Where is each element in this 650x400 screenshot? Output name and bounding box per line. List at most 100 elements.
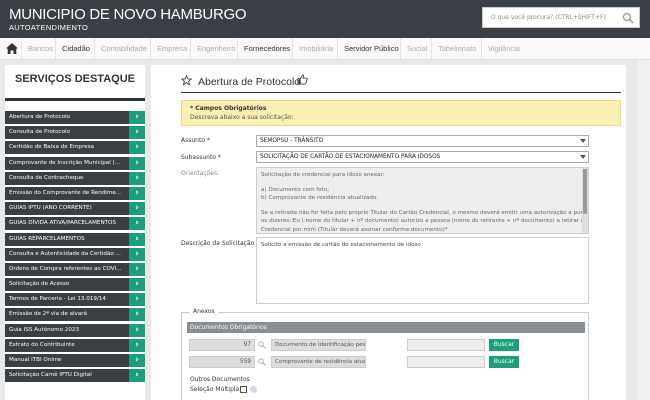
sidebar-item-label: Termos de Parceria - Lei 13.019/14: [9, 296, 106, 303]
sidebar-item-label: Ordens de Compra referentes ao COVI...: [9, 265, 122, 272]
docs-header: Documentos Obrigatórios: [187, 322, 585, 333]
nav-empresa[interactable]: Empresa: [150, 38, 193, 60]
main-panel: Abertura de Protocolo * Campos Obrigatór…: [151, 65, 626, 400]
nav-fornecedores[interactable]: Fornecedores: [237, 38, 296, 60]
chevron-right-icon[interactable]: ›: [129, 171, 145, 185]
doc-name: Documento de Identificação pesso: [271, 339, 366, 351]
page-title: Abertura de Protocolo: [198, 76, 301, 88]
paperclip-icon: [258, 358, 266, 366]
sidebar-item-label: Emissão de 2ª via de alvará: [9, 311, 88, 318]
chevron-right-icon[interactable]: ›: [129, 338, 145, 352]
chevron-right-icon[interactable]: ›: [129, 111, 145, 124]
doc-file-input[interactable]: [407, 339, 485, 351]
top-header: MUNICIPIO DE NOVO HAMBURGO AUTOATENDIMEN…: [0, 0, 650, 38]
chevron-right-icon[interactable]: ›: [129, 202, 145, 216]
nav-imobiliaria[interactable]: Imobiliária: [292, 38, 339, 60]
doc-name: Comprovante de residência atualiz: [271, 356, 366, 368]
chevron-right-icon[interactable]: ›: [129, 232, 145, 246]
multi-select-checkbox[interactable]: [240, 386, 247, 393]
sidebar-divider: [5, 98, 145, 101]
chevron-right-icon[interactable]: ›: [129, 369, 145, 383]
sidebar: SERVIÇOS DESTAQUE Abertura de Protocolo ›…: [5, 65, 145, 400]
sidebar-item[interactable]: GUIAS DÍVIDA ATIVA/PARCELAMENTOS ›: [5, 217, 145, 231]
chevron-right-icon[interactable]: ›: [129, 278, 145, 292]
sidebar-item[interactable]: Abertura de Protocolo ›: [5, 111, 145, 124]
sidebar-item-label: Consulta e Autenticidade da Certidão ...: [9, 250, 121, 257]
sidebar-item[interactable]: Ordens de Compra referentes ao COVI... ›: [5, 262, 145, 276]
sidebar-item[interactable]: Emissão de 2ª via de alvará ›: [5, 308, 145, 322]
sidebar-item[interactable]: Comprovante de Inscrição Municipal (... ›: [5, 156, 145, 170]
notice-title: * Campos Obrigatórios: [190, 105, 267, 112]
doc-row: 559 Comprovante de residência atualiz Bu…: [187, 355, 585, 369]
thumbs-up-icon[interactable]: [297, 74, 308, 85]
chevron-right-icon[interactable]: ›: [129, 186, 145, 200]
subassunto-select[interactable]: SOLICITAÇÃO DE CARTÃO DE ESTACIONAMENTO …: [256, 151, 589, 163]
sidebar-item-label: Solicitação de Acesso: [9, 281, 70, 288]
sidebar-item[interactable]: Termos de Parceria - Lei 13.019/14 ›: [5, 293, 145, 307]
nav-servidor-publico[interactable]: Servidor Público: [337, 38, 405, 60]
chevron-down-icon: [580, 139, 586, 143]
chevron-right-icon[interactable]: ›: [129, 308, 145, 322]
assunto-label: Assunto *: [181, 137, 210, 144]
sidebar-item[interactable]: GUIAS REPARCELAMENTOS ›: [5, 232, 145, 246]
chevron-right-icon[interactable]: ›: [129, 156, 145, 170]
city-title: MUNICIPIO DE NOVO HAMBURGO: [9, 6, 247, 23]
home-icon[interactable]: [5, 42, 19, 55]
nav-vigilancia[interactable]: Vigilância: [481, 38, 526, 60]
nav-social[interactable]: Social: [400, 38, 433, 60]
orientacoes-line: b) Comprovante de residência atualizado.: [261, 195, 379, 201]
sidebar-item[interactable]: Consulta de Protocolo ›: [5, 126, 145, 140]
chevron-right-icon[interactable]: ›: [129, 293, 145, 307]
chevron-right-icon[interactable]: ›: [129, 354, 145, 367]
nav-contabilidade[interactable]: Contabilidade: [94, 38, 153, 60]
sidebar-item[interactable]: Solicitação Carnê IPTU Digital ›: [5, 369, 145, 383]
sidebar-item[interactable]: Guia ISS Autônomo 2023 ›: [5, 323, 145, 337]
sidebar-list: Abertura de Protocolo › Consulta de Proto…: [5, 111, 145, 384]
selecao-label: Seleção Múltipla:: [190, 386, 242, 393]
sidebar-item[interactable]: Consulta e Autenticidade da Certidão ...…: [5, 247, 145, 261]
required-notice: * Campos Obrigatórios Descreva abaixo a …: [181, 100, 621, 126]
help-icon[interactable]: [250, 386, 257, 393]
sidebar-item-label: Solicitação Carnê IPTU Digital: [9, 372, 92, 379]
sidebar-item[interactable]: Solicitação de Acesso ›: [5, 278, 145, 292]
nav-bancos[interactable]: Bancos: [21, 38, 59, 60]
doc-file-input[interactable]: [407, 356, 485, 368]
orientacoes-scrollbar[interactable]: [582, 168, 588, 233]
subassunto-label: Subassunto *: [181, 154, 221, 161]
buscar-button[interactable]: Buscar: [489, 356, 519, 368]
chevron-right-icon[interactable]: ›: [129, 141, 145, 155]
search-icon[interactable]: [622, 12, 634, 24]
buscar-button[interactable]: Buscar: [489, 339, 519, 351]
scrollbar-thumb[interactable]: [583, 169, 587, 214]
city-subtitle: AUTOATENDIMENTO: [9, 23, 89, 32]
sidebar-item-label: Manual ITBI Online: [9, 357, 62, 363]
nav-engenheiro[interactable]: Engenheiro: [190, 38, 241, 60]
chevron-right-icon[interactable]: ›: [129, 217, 145, 231]
anexos-legend: Anexos: [190, 308, 218, 315]
sidebar-item[interactable]: Extrato do Contribuinte ›: [5, 338, 145, 352]
chevron-right-icon[interactable]: ›: [129, 126, 145, 140]
sidebar-item-label: GUIAS REPARCELAMENTOS: [9, 235, 85, 242]
sidebar-item[interactable]: Emissão do Comprovante de Rendime... ›: [5, 186, 145, 200]
page-scrollbar[interactable]: [638, 60, 650, 400]
orientacoes-textarea[interactable]: Solicitação de credencial para idoso ane…: [256, 167, 589, 234]
subassunto-value: SOLICITAÇÃO DE CARTÃO DE ESTACIONAMENTO …: [260, 154, 441, 160]
assunto-select[interactable]: SEMOPSU - TRÂNSITO: [256, 135, 589, 147]
doc-number: 97: [189, 339, 255, 351]
nav-cidadao[interactable]: Cidadão: [55, 38, 96, 60]
orientacoes-line: a) Documento com foto;: [261, 186, 330, 193]
nav-tabelionato[interactable]: Tabelionato: [431, 38, 482, 60]
sidebar-item[interactable]: Manual ITBI Online ›: [5, 354, 145, 367]
chevron-right-icon[interactable]: ›: [129, 262, 145, 276]
sidebar-item-label: GUIAS IPTU (ANO CORRENTE): [9, 205, 92, 212]
chevron-right-icon[interactable]: ›: [129, 247, 145, 261]
chevron-right-icon[interactable]: ›: [129, 323, 145, 337]
sidebar-item[interactable]: Certidão de Baixa de Empresa ›: [5, 141, 145, 155]
sidebar-item-label: GUIAS DÍVIDA ATIVA/PARCELAMENTOS: [9, 220, 116, 227]
sidebar-item[interactable]: GUIAS IPTU (ANO CORRENTE) ›: [5, 202, 145, 216]
star-icon[interactable]: [181, 75, 192, 86]
sidebar-item[interactable]: Consulta de Contracheque ›: [5, 171, 145, 185]
search-input[interactable]: O que você procura? (CTRL+SHIFT+F): [482, 7, 640, 28]
descricao-textarea[interactable]: Solicito a emissão de cartão do estacion…: [256, 237, 589, 304]
search-placeholder: O que você procura? (CTRL+SHIFT+F): [491, 14, 606, 21]
